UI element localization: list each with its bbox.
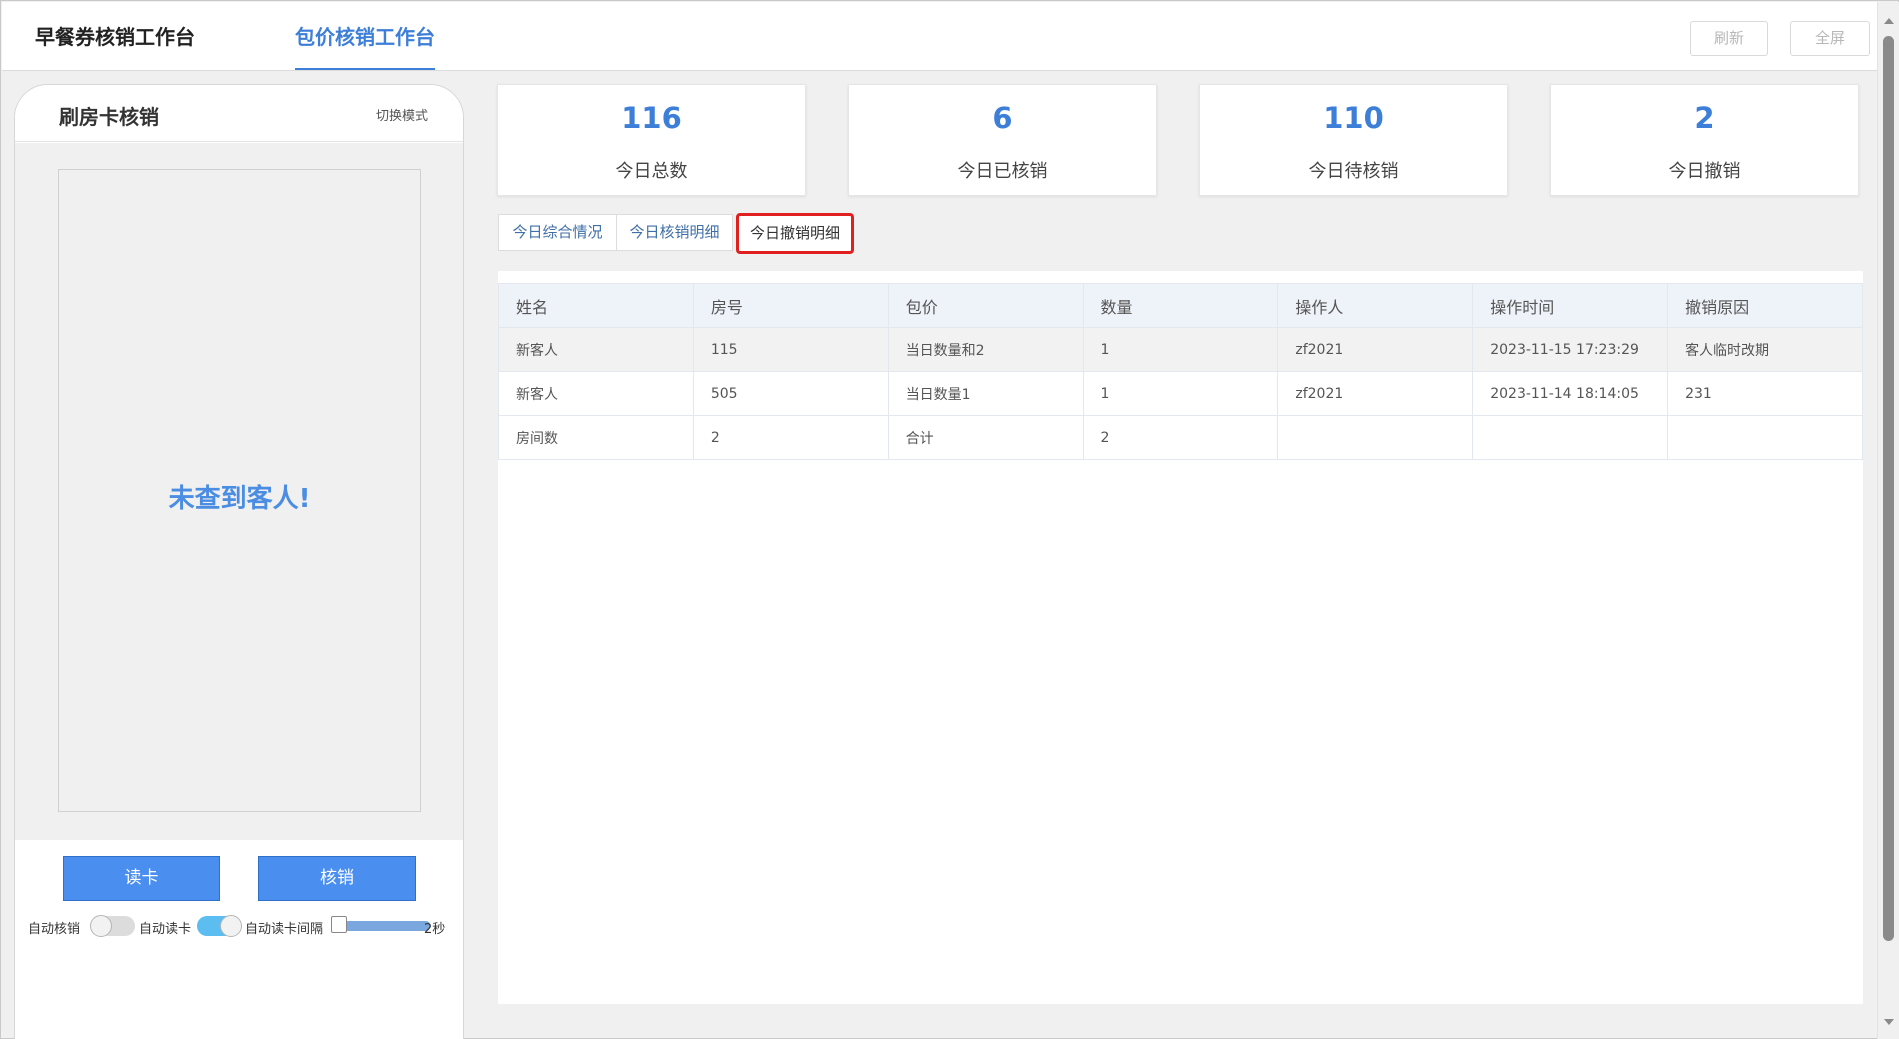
- stat-card-cancelled: 2 今日撤销: [1550, 84, 1859, 196]
- auto-controls: 自动核销 自动读卡 自动读卡间隔 2秒: [15, 914, 463, 938]
- tab-package-workbench[interactable]: 包价核销工作台: [295, 24, 435, 70]
- table-cell: 1: [1082, 371, 1279, 416]
- auto-verify-toggle[interactable]: [90, 915, 135, 937]
- table-row[interactable]: 新客人 115 当日数量和2 1 zf2021 2023-11-15 17:23…: [498, 327, 1863, 372]
- panel-header: 刷房卡核销 切换模式: [15, 85, 463, 142]
- table-cell: zf2021: [1277, 371, 1474, 416]
- auto-read-label: 自动读卡: [139, 922, 192, 937]
- column-header: 房号: [692, 283, 889, 328]
- vertical-scrollbar[interactable]: [1877, 2, 1899, 1039]
- table-cell: 115: [692, 327, 889, 372]
- stat-value: 116: [621, 101, 682, 135]
- table-cell: 2: [692, 415, 889, 460]
- interval-slider-track[interactable]: [344, 921, 430, 931]
- table-cell: 新客人: [498, 371, 694, 416]
- table-cell: 2023-11-14 18:14:05: [1472, 371, 1669, 416]
- switch-mode-link[interactable]: 切换模式: [376, 105, 428, 124]
- auto-verify-label: 自动核销: [28, 922, 81, 937]
- table-cell: 当日数量和2: [887, 327, 1084, 372]
- table-cell: 新客人: [498, 327, 694, 372]
- auto-read-interval-label: 自动读卡间隔: [245, 922, 324, 937]
- refresh-button[interactable]: 刷新: [1690, 21, 1768, 56]
- app-window: 早餐券核销工作台 包价核销工作台 刷新 全屏 刷房卡核销 切换模式 未查到客人!…: [0, 0, 1899, 1039]
- column-header: 操作人: [1277, 283, 1474, 328]
- cancel-detail-panel: 姓名 房号 包价 数量 操作人 操作时间 撤销原因 新客人 115 当日数量和2…: [498, 271, 1863, 1004]
- interval-slider-handle[interactable]: [331, 916, 347, 933]
- stat-label: 今日已核销: [957, 161, 1048, 182]
- toggle-knob: [220, 915, 242, 937]
- scroll-thumb[interactable]: [1883, 36, 1894, 941]
- column-header: 撤销原因: [1667, 283, 1863, 328]
- panel-title: 刷房卡核销: [59, 105, 159, 129]
- stat-value: 110: [1323, 101, 1384, 135]
- no-guest-message: 未查到客人!: [168, 484, 311, 514]
- card-reader-panel: 刷房卡核销 切换模式 未查到客人! 读卡 核销 自动核销 自动读卡 自动读卡间隔…: [14, 84, 464, 1039]
- panel-footer: 读卡 核销 自动核销 自动读卡 自动读卡间隔 2秒: [15, 840, 463, 1039]
- table-cell: 房间数: [498, 415, 694, 460]
- table-cell: [1472, 415, 1669, 460]
- table-row[interactable]: 新客人 505 当日数量1 1 zf2021 2023-11-14 18:14:…: [498, 371, 1863, 416]
- fullscreen-button[interactable]: 全屏: [1790, 21, 1870, 56]
- table-cell: 2: [1082, 415, 1279, 460]
- table-cell: 合计: [887, 415, 1084, 460]
- top-bar: 早餐券核销工作台 包价核销工作台 刷新 全屏: [2, 2, 1877, 71]
- table-cell: 231: [1667, 371, 1863, 416]
- stat-card-total: 116 今日总数: [497, 84, 806, 196]
- toggle-knob: [90, 915, 112, 937]
- stat-card-pending: 110 今日待核销: [1199, 84, 1508, 196]
- stat-label: 今日撤销: [1668, 161, 1741, 182]
- table-cell: 1: [1082, 327, 1279, 372]
- column-header: 姓名: [498, 283, 694, 328]
- panel-body: 未查到客人!: [15, 143, 463, 840]
- read-card-button[interactable]: 读卡: [63, 856, 220, 901]
- column-header: 操作时间: [1472, 283, 1669, 328]
- column-header: 数量: [1082, 283, 1279, 328]
- cancel-detail-table: 姓名 房号 包价 数量 操作人 操作时间 撤销原因 新客人 115 当日数量和2…: [498, 283, 1863, 460]
- table-cell: 客人临时改期: [1667, 327, 1863, 372]
- stat-value: 6: [992, 101, 1013, 135]
- stat-card-verified: 6 今日已核销: [848, 84, 1157, 196]
- tab-breakfast-workbench[interactable]: 早餐券核销工作台: [35, 24, 195, 70]
- tab-today-verify-detail[interactable]: 今日核销明细: [616, 214, 733, 251]
- table-cell: 当日数量1: [887, 371, 1084, 416]
- table-header-row: 姓名 房号 包价 数量 操作人 操作时间 撤销原因: [498, 283, 1863, 328]
- scroll-up-icon[interactable]: [1884, 18, 1894, 24]
- table-cell: [1667, 415, 1863, 460]
- table-cell: [1277, 415, 1474, 460]
- table-cell: 2023-11-15 17:23:29: [1472, 327, 1669, 372]
- auto-read-toggle[interactable]: [197, 915, 242, 937]
- table-cell: zf2021: [1277, 327, 1474, 372]
- stat-value: 2: [1694, 101, 1715, 135]
- column-header: 包价: [887, 283, 1084, 328]
- table-summary-row[interactable]: 房间数 2 合计 2: [498, 415, 1863, 460]
- tab-today-cancel-detail[interactable]: 今日撤销明细: [736, 213, 854, 254]
- table-cell: 505: [692, 371, 889, 416]
- verify-button[interactable]: 核销: [258, 856, 416, 901]
- stat-label: 今日待核销: [1308, 161, 1399, 182]
- scroll-down-icon[interactable]: [1884, 1019, 1894, 1025]
- tab-today-overview[interactable]: 今日综合情况: [498, 214, 617, 251]
- stat-label: 今日总数: [615, 161, 688, 182]
- guest-display: 未查到客人!: [58, 169, 421, 812]
- interval-value: 2秒: [424, 922, 446, 937]
